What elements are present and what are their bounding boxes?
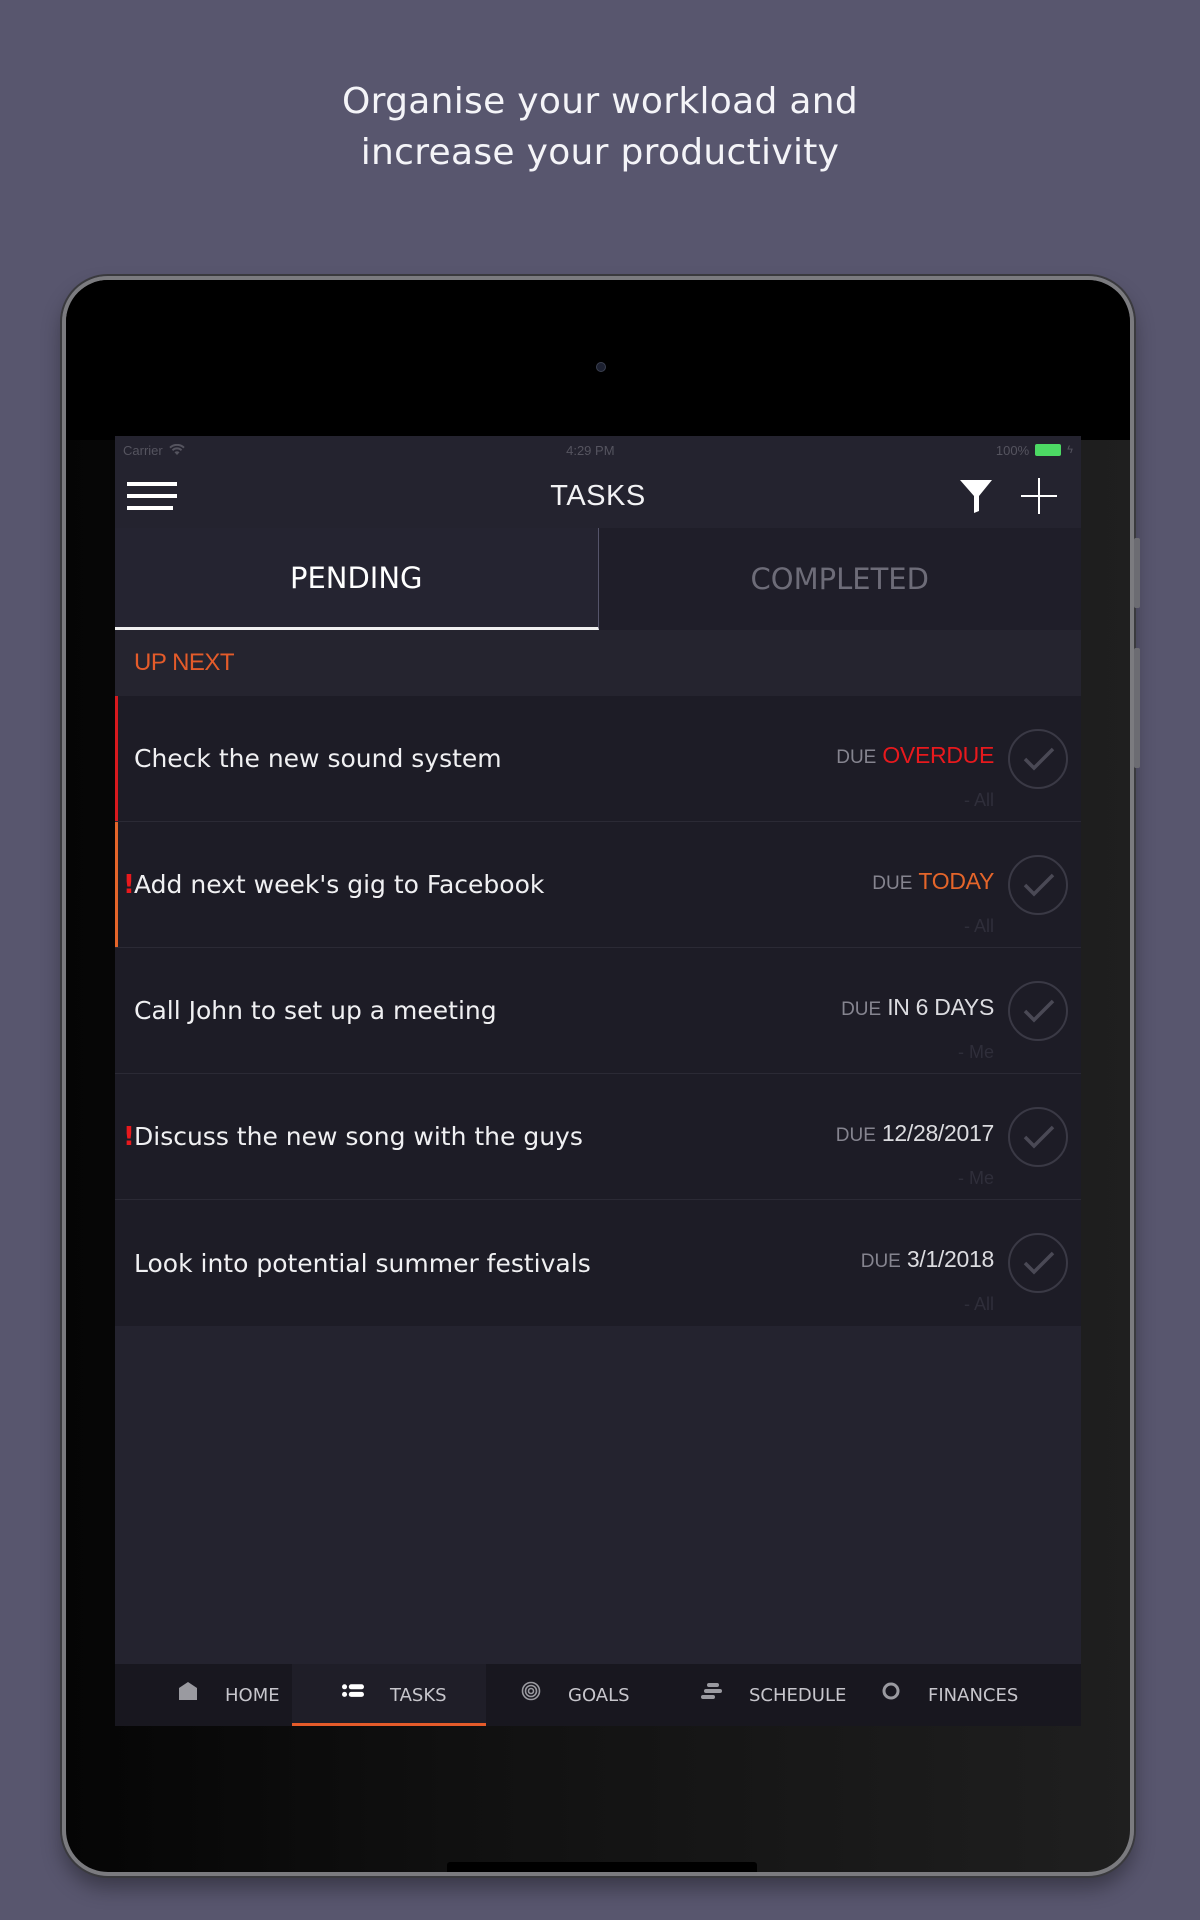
overdue-indicator — [115, 696, 118, 821]
battery-percentage: 100% — [995, 442, 1030, 458]
due-value: IN 6 DAYS — [887, 994, 994, 1020]
checkmark-icon — [1023, 999, 1055, 1023]
tabbar-finances[interactable]: FINANCES — [852, 1664, 1081, 1726]
task-assignee: - All — [963, 916, 994, 936]
tab-pending[interactable]: PENDING — [115, 528, 599, 630]
target-icon — [520, 1680, 542, 1702]
complete-task-button[interactable] — [1008, 855, 1068, 915]
task-assignee: - All — [963, 1294, 994, 1314]
task-due: DUE 12/28/2017 — [835, 1120, 995, 1146]
task-row[interactable]: ! Discuss the new song with the guys DUE… — [115, 1074, 1081, 1200]
complete-task-button[interactable] — [1008, 1233, 1068, 1293]
task-title: Call John to set up a meeting — [134, 996, 497, 1025]
task-list: Check the new sound system DUE OVERDUE -… — [115, 696, 1081, 1326]
headline-line-2: increase your productivity — [360, 132, 840, 173]
checkmark-icon — [1023, 873, 1055, 897]
charging-bolt-icon: ϟ — [1067, 444, 1073, 456]
task-status-tabs: PENDING COMPLETED — [115, 528, 1081, 630]
finances-icon — [880, 1680, 902, 1702]
status-bar: Carrier 4:29 PM 100% ϟ — [115, 436, 1081, 464]
tabbar-label: FINANCES — [928, 1684, 1019, 1706]
checkmark-icon — [1023, 1125, 1055, 1149]
camera-icon — [596, 362, 606, 372]
bottom-tab-bar: HOME TASKS GOALS SCHEDULE FINANCES — [115, 1664, 1081, 1726]
due-value: 3/1/2018 — [906, 1246, 994, 1272]
promo-headline: Organise your workload and increase your… — [0, 76, 1200, 178]
charging-port — [447, 1862, 757, 1872]
checkmark-icon — [1023, 1251, 1055, 1275]
task-title: Check the new sound system — [134, 744, 502, 773]
task-due: DUE OVERDUE — [836, 742, 994, 768]
complete-task-button[interactable] — [1008, 981, 1068, 1041]
due-today-indicator — [115, 822, 118, 947]
schedule-icon — [701, 1680, 723, 1702]
checkmark-icon — [1023, 747, 1055, 771]
add-task-button[interactable] — [1021, 478, 1057, 514]
tasks-list-icon — [342, 1680, 364, 1702]
page-title: TASKS — [550, 479, 646, 512]
tabbar-goals[interactable]: GOALS — [486, 1664, 661, 1726]
due-value: 12/28/2017 — [881, 1120, 994, 1146]
app-screen: Carrier 4:29 PM 100% ϟ TASKS PENDING COM… — [115, 436, 1081, 1726]
task-due: DUE TODAY — [872, 868, 994, 894]
carrier-label: Carrier — [123, 442, 163, 458]
volume-button — [1134, 538, 1140, 608]
section-up-next: UP NEXT — [115, 630, 1081, 696]
complete-task-button[interactable] — [1008, 729, 1068, 789]
task-assignee: - All — [963, 790, 994, 810]
status-time: 4:29 PM — [566, 442, 615, 458]
tabbar-label: TASKS — [390, 1684, 447, 1706]
task-due: DUE 3/1/2018 — [860, 1246, 995, 1272]
filter-icon[interactable] — [959, 478, 993, 514]
task-assignee: - Me — [958, 1042, 994, 1062]
task-row[interactable]: Check the new sound system DUE OVERDUE -… — [115, 696, 1081, 822]
tabbar-tasks[interactable]: TASKS — [292, 1664, 486, 1726]
tab-completed[interactable]: COMPLETED — [598, 528, 1081, 630]
hamburger-menu-icon[interactable] — [127, 482, 177, 512]
wifi-icon — [169, 444, 185, 455]
tabbar-home[interactable]: HOME — [115, 1664, 292, 1726]
task-row[interactable]: Call John to set up a meeting DUE IN 6 D… — [115, 948, 1081, 1074]
due-value: OVERDUE — [882, 742, 994, 768]
task-title: Add next week's gig to Facebook — [134, 870, 545, 899]
task-title: Discuss the new song with the guys — [134, 1122, 583, 1151]
navigation-bar: TASKS — [115, 464, 1081, 528]
task-row[interactable]: ! Add next week's gig to Facebook DUE TO… — [115, 822, 1081, 948]
headline-line-1: Organise your workload and — [341, 81, 858, 122]
task-assignee: - Me — [958, 1168, 994, 1188]
home-icon — [177, 1680, 199, 1702]
tabbar-label: SCHEDULE — [749, 1684, 847, 1706]
side-button — [1134, 648, 1140, 768]
tabbar-label: GOALS — [568, 1684, 630, 1706]
battery-icon — [1035, 444, 1062, 456]
task-due: DUE IN 6 DAYS — [841, 994, 994, 1020]
tabbar-label: HOME — [225, 1684, 280, 1706]
task-title: Look into potential summer festivals — [134, 1248, 591, 1278]
tabbar-schedule[interactable]: SCHEDULE — [661, 1664, 852, 1726]
complete-task-button[interactable] — [1008, 1107, 1068, 1167]
due-value: TODAY — [918, 868, 994, 894]
task-row[interactable]: Look into potential summer festivals DUE… — [115, 1200, 1081, 1326]
